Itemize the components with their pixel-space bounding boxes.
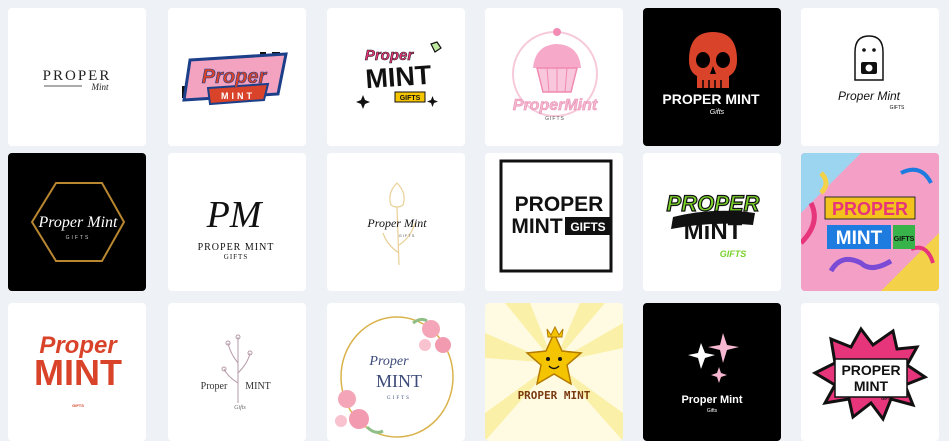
logo-2-main-text: Proper	[202, 66, 268, 88]
logo-tile-18[interactable]: PROPER MINT GIFTS	[801, 303, 939, 441]
logo-14-tag-text: Gifts	[234, 404, 246, 411]
logo-18-art: PROPER MINT GIFTS	[811, 326, 929, 423]
logo-17-art: Proper Mint Gifts	[681, 333, 743, 414]
logo-1-sub-text: Mint	[91, 82, 109, 92]
logo-tile-5[interactable]: PROPER MINT Gifts	[643, 8, 781, 146]
logo-1-art: PROPER Mint	[43, 68, 110, 92]
logo-9-art: Proper Mint GIFTS	[366, 182, 427, 266]
logo-tile-16[interactable]: PROPER MINT	[485, 303, 623, 441]
logo-10-top-text: PROPER	[515, 193, 604, 216]
logo-11-top-text: PROPER	[667, 191, 760, 216]
logo-10-art: PROPER MINT GIFTS	[499, 159, 613, 273]
logo-17-main-text: Proper Mint	[681, 394, 742, 406]
logo-tile-8[interactable]: PM PROPER MINT GIFTS	[168, 153, 306, 291]
logo-14-art: Proper MINT Gifts	[201, 334, 271, 411]
logo-tile-10[interactable]: PROPER MINT GIFTS	[485, 153, 623, 291]
logo-16-art: PROPER MINT	[485, 303, 623, 441]
logo-6-main-text: Proper Mint	[838, 89, 901, 103]
logo-10-tag-text: GIFTS	[570, 220, 605, 234]
logo-13-art: Proper MINT GIFTS	[34, 332, 122, 408]
logo-11-art: PROPER MiNT GIFTS	[666, 190, 760, 259]
logo-11-tag-text: GIFTS	[720, 249, 747, 259]
skull-icon	[689, 32, 737, 88]
logo-4-art: ProperMint GIFTS	[512, 28, 598, 122]
logo-tile-1[interactable]: PROPER Mint	[8, 8, 146, 146]
logo-18-tag-text: GIFTS	[881, 396, 893, 401]
logo-5-main-text: PROPER MINT	[662, 91, 760, 107]
logo-10-main-text: MINT	[511, 215, 562, 238]
logo-tile-17[interactable]: Proper Mint Gifts	[643, 303, 781, 441]
logo-12-art: PROPER MINT GIFTS	[801, 153, 939, 291]
logo-tile-7[interactable]: Proper Mint GIFTS	[8, 153, 146, 291]
logo-tile-15[interactable]: Proper MINT GIFTS	[327, 303, 465, 441]
logo-8-monogram: PM	[206, 194, 264, 236]
wildflower-icon	[221, 334, 253, 403]
logo-5-tag-text: Gifts	[710, 109, 725, 116]
logo-tile-3[interactable]: Proper MINT GIFTS	[327, 8, 465, 146]
logo-6-art: Proper Mint GIFTS	[838, 35, 905, 111]
logo-14-right-text: MINT	[245, 381, 271, 392]
logo-7-art: Proper Mint GIFTS	[30, 182, 126, 262]
logo-15-main-text: MINT	[376, 371, 422, 391]
logo-2-art: Proper MINT	[182, 52, 288, 106]
logo-tile-14[interactable]: Proper MINT Gifts	[168, 303, 306, 441]
confetti-pattern-icon	[801, 153, 939, 291]
logo-2-sub-text: MINT	[221, 91, 255, 101]
logo-15-tag-text: GIFTS	[387, 396, 411, 401]
logo-tile-9[interactable]: Proper Mint GIFTS	[327, 153, 465, 291]
logo-8-tag-text: GIFTS	[224, 253, 248, 261]
logo-3-art: Proper MINT GIFTS	[356, 41, 442, 109]
logo-tile-12[interactable]: PROPER MINT GIFTS	[801, 153, 939, 291]
logo-3-main-text: MINT	[364, 60, 432, 95]
logo-7-main-text: Proper Mint	[38, 214, 119, 231]
sparkle-stars-icon	[688, 333, 739, 383]
logo-7-tag-text: GIFTS	[66, 235, 91, 241]
logo-tile-11[interactable]: PROPER MiNT GIFTS	[643, 153, 781, 291]
ghost-camera-icon	[854, 35, 884, 81]
logo-8-art: PM PROPER MINT GIFTS	[198, 194, 275, 261]
logo-8-main-text: PROPER MINT	[198, 242, 275, 253]
logo-tile-6[interactable]: Proper Mint GIFTS	[801, 8, 939, 146]
logo-16-main-text: PROPER MINT	[518, 389, 591, 402]
logo-11-main-text: MiNT	[684, 218, 743, 245]
logo-12-tag-text: GIFTS	[894, 236, 915, 243]
logo-18-top-text: PROPER	[841, 362, 900, 378]
logo-4-main-text: ProperMint	[513, 97, 598, 114]
logo-grid: PROPER Mint Proper MINT Proper MINT GIFT…	[0, 0, 949, 441]
logo-14-left-text: Proper	[201, 381, 228, 392]
logo-15-art: Proper MINT GIFTS	[335, 316, 454, 438]
logo-13-main-text: MINT	[34, 352, 122, 393]
logo-6-tag-text: GIFTS	[890, 105, 905, 111]
logo-12-top-text: PROPER	[832, 199, 908, 219]
logo-15-top-text: Proper	[368, 354, 409, 369]
logo-5-art: PROPER MINT Gifts	[662, 32, 760, 116]
logo-9-tag-text: GIFTS	[399, 233, 416, 238]
logo-12-main-text: MINT	[836, 228, 883, 249]
logo-17-tag-text: Gifts	[707, 408, 718, 414]
logo-18-main-text: MINT	[854, 378, 889, 394]
logo-tile-2[interactable]: Proper MINT	[168, 8, 306, 146]
logo-tile-13[interactable]: Proper MINT GIFTS	[8, 303, 146, 441]
logo-4-tag-text: GIFTS	[545, 116, 565, 122]
logo-tile-4[interactable]: ProperMint GIFTS	[485, 8, 623, 146]
logo-9-main-text: Proper Mint	[366, 216, 427, 230]
logo-3-tag-text: GIFTS	[400, 95, 421, 102]
logo-13-tag-text: GIFTS	[72, 403, 84, 408]
